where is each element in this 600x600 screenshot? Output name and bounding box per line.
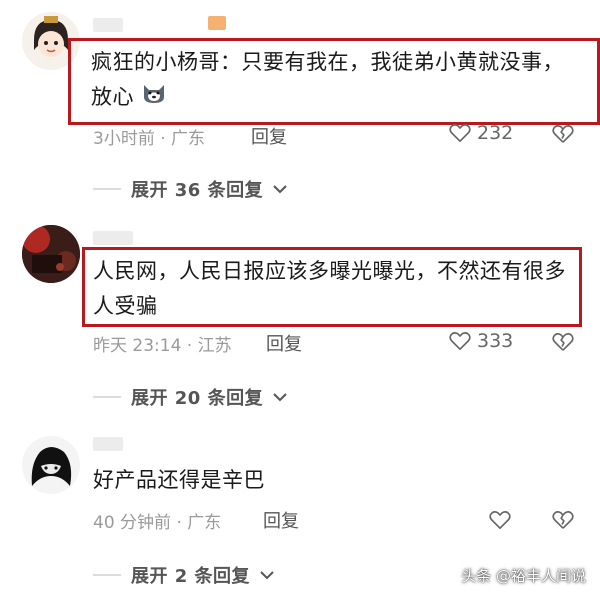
avatar[interactable] [22, 225, 80, 283]
like-count: 333 [477, 330, 514, 352]
reply-button[interactable]: 回复 [266, 330, 302, 356]
time-location: 昨天 23:14 · 江苏 [93, 336, 232, 356]
avatar[interactable] [22, 436, 80, 494]
expand-replies-button[interactable]: 展开 2 条回复 [93, 562, 274, 588]
time-location: 40 分钟前 · 广东 [93, 513, 222, 533]
chevron-down-icon [273, 185, 287, 194]
dog-emoji-icon [141, 81, 167, 116]
divider [93, 574, 121, 576]
divider [93, 396, 121, 398]
broken-heart-icon[interactable] [552, 510, 574, 530]
reply-button[interactable]: 回复 [251, 123, 287, 149]
badge-redacted [208, 16, 226, 30]
heart-icon [449, 332, 471, 350]
expand-replies-label: 展开 36 条回复 [131, 180, 264, 201]
heart-icon [449, 124, 471, 142]
username-redacted[interactable] [93, 231, 133, 245]
expand-replies-button[interactable]: 展开 20 条回复 [93, 384, 287, 410]
comment-text: 人民网，人民日报应该多曝光曝光，不然还有很多人受骗 [93, 259, 566, 318]
comment-text: 好产品还得是辛巴 [93, 468, 265, 492]
like-count: 232 [477, 122, 514, 144]
username-redacted[interactable] [93, 437, 123, 451]
divider [93, 188, 121, 190]
chevron-down-icon [273, 393, 287, 402]
reply-button[interactable]: 回复 [263, 507, 299, 533]
chevron-down-icon [260, 571, 274, 580]
time-location: 3小时前 · 广东 [93, 129, 206, 149]
watermark: 头条 @裕丰人间说 [461, 567, 586, 585]
like-button[interactable]: 232 [449, 122, 513, 144]
username-redacted[interactable] [93, 18, 123, 32]
broken-heart-icon[interactable] [552, 124, 574, 144]
like-button[interactable]: 333 [449, 330, 513, 352]
expand-replies-label: 展开 20 条回复 [131, 388, 264, 409]
expand-replies-button[interactable]: 展开 36 条回复 [93, 176, 287, 202]
expand-replies-label: 展开 2 条回复 [131, 566, 251, 587]
comment-text: 疯狂的小杨哥：只要有我在，我徒弟小黄就没事，放心 [91, 45, 581, 116]
broken-heart-icon[interactable] [552, 332, 574, 352]
heart-icon[interactable] [489, 510, 511, 530]
